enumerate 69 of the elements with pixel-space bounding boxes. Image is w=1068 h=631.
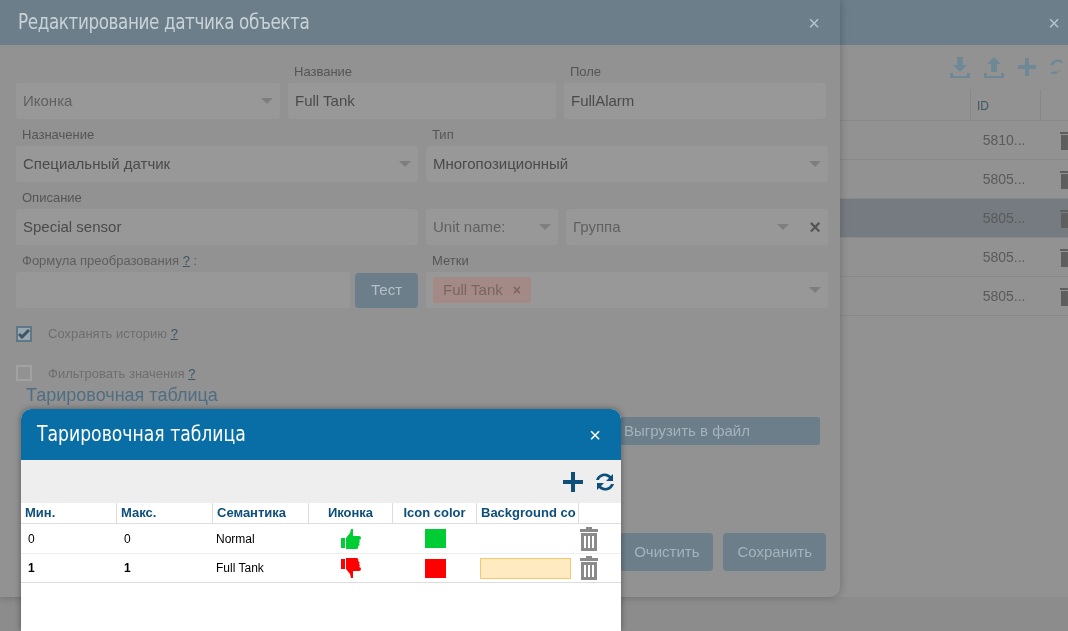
field-label: Назначение [21,126,96,143]
table-cell-text: 0 [123,530,132,548]
caret-icon [809,160,821,168]
table-cell-text: 5805... [981,247,1027,267]
input-field[interactable]: Full Tank [288,83,556,119]
checkbox[interactable] [16,325,32,342]
help-link[interactable]: ? [170,326,178,341]
column-header: Семантика [213,503,309,523]
field-label: Поле [569,63,603,80]
trash-icon[interactable] [1060,247,1068,267]
caret-icon [809,286,821,294]
caret-icon [777,223,790,231]
input-field[interactable]: FullAlarm [564,83,826,119]
download-icon[interactable] [948,55,972,79]
dialog-title: Редактирование датчика объекта [18,8,310,36]
section-title: Тарировочная таблица [26,385,218,405]
close-button[interactable]: × [1048,12,1060,33]
field-label: Название [293,63,354,80]
caret-icon [399,160,411,168]
input-field[interactable]: Special sensor [16,209,418,245]
export-button[interactable]: Выгрузить в файл [620,417,820,445]
caret-icon [261,97,273,105]
help-link[interactable]: ? [182,253,190,268]
table-cell-text: Full Tank [215,560,265,577]
color-swatch[interactable] [424,558,446,578]
column-header: ID [970,90,1040,120]
field-label: Описание [21,189,83,206]
trash-icon[interactable] [1060,130,1068,150]
table-cell-text: 1 [123,560,132,577]
column-header: Макс. [117,503,213,523]
table-cell-text: 5805... [981,286,1027,306]
select-field[interactable]: Специальный датчик [16,146,418,182]
trash-icon[interactable] [1060,286,1068,306]
popup-title: Тарировочная таблица [37,420,246,448]
table-cell-text: 0 [27,530,36,548]
remove-icon[interactable]: × [512,279,521,301]
unit-select[interactable]: Unit name: [426,209,558,245]
trash-icon[interactable] [579,556,599,580]
column-header: Icon color [393,503,477,523]
test-button[interactable]: Тест [355,273,418,308]
plus-icon[interactable] [563,471,583,492]
table-cell-text: 1 [27,560,36,577]
color-swatch[interactable] [424,529,446,548]
clear-icon[interactable]: × [809,212,821,242]
table-cell-text: 5805... [981,169,1027,189]
color-field[interactable] [480,557,571,579]
upload-icon[interactable] [982,55,1006,79]
table-cell-text: Normal [215,530,256,548]
field-label: Метки [431,252,470,269]
trash-icon[interactable] [1060,208,1068,228]
refresh-icon[interactable] [595,470,615,493]
column-header: Background co [477,503,579,523]
icon-select[interactable]: Иконка [16,83,280,119]
close-button[interactable]: × [808,12,820,33]
footer-button[interactable]: Очистить [620,533,714,571]
column-header: Иконка [309,503,393,523]
thumbs-down-icon [341,558,361,578]
help-link[interactable]: ? [188,365,196,381]
trash-icon[interactable] [1060,169,1068,189]
table-cell-text: 5810... [981,130,1027,150]
footer-button[interactable]: Сохранить [723,533,826,571]
thumbs-up-icon [341,528,361,549]
select-field[interactable]: Многопозиционный [426,146,828,182]
trash-icon[interactable] [579,526,599,551]
group-select[interactable]: Группа × [566,209,828,245]
field-label: Тип [431,126,455,143]
close-button[interactable]: × [589,424,601,445]
caret-icon [539,223,551,231]
column-header: Мин. [21,503,117,523]
